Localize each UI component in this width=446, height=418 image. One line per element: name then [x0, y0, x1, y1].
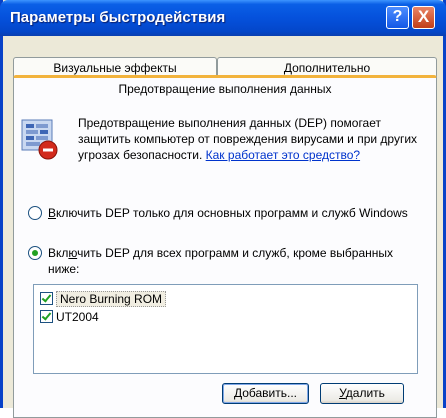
- program-name: UT2004: [56, 310, 99, 324]
- list-item[interactable]: Nero Burning ROM: [40, 291, 167, 307]
- radio-all-except-label[interactable]: Включить DEP для всех программ и служб, …: [48, 245, 408, 277]
- list-item[interactable]: UT2004: [40, 309, 99, 325]
- dep-shield-icon: [21, 119, 58, 160]
- add-button[interactable]: Добавить...: [222, 383, 309, 404]
- radio-essential-only-button[interactable]: [28, 206, 42, 220]
- program-name: Nero Burning ROM: [56, 291, 167, 307]
- dep-help-link[interactable]: Как работает это средство?: [206, 148, 360, 162]
- radio-essential-only-label[interactable]: Включить DEP только для основных програм…: [48, 205, 408, 221]
- program-checkbox[interactable]: [40, 310, 53, 323]
- close-button[interactable]: X: [412, 6, 435, 29]
- dep-description: Предотвращение выполнения данных (DEP) п…: [78, 115, 430, 163]
- tab-dep[interactable]: Предотвращение выполнения данных: [13, 75, 437, 101]
- radio-all-except-button[interactable]: [28, 246, 42, 260]
- help-button[interactable]: ?: [386, 6, 409, 29]
- window-title: Параметры быстродействия: [10, 9, 226, 26]
- program-checkbox[interactable]: [40, 292, 53, 305]
- remove-button[interactable]: Удалить: [320, 383, 404, 404]
- program-list[interactable]: Nero Burning ROM UT2004: [33, 284, 418, 374]
- title-bar[interactable]: Параметры быстродействия ? X: [0, 0, 446, 36]
